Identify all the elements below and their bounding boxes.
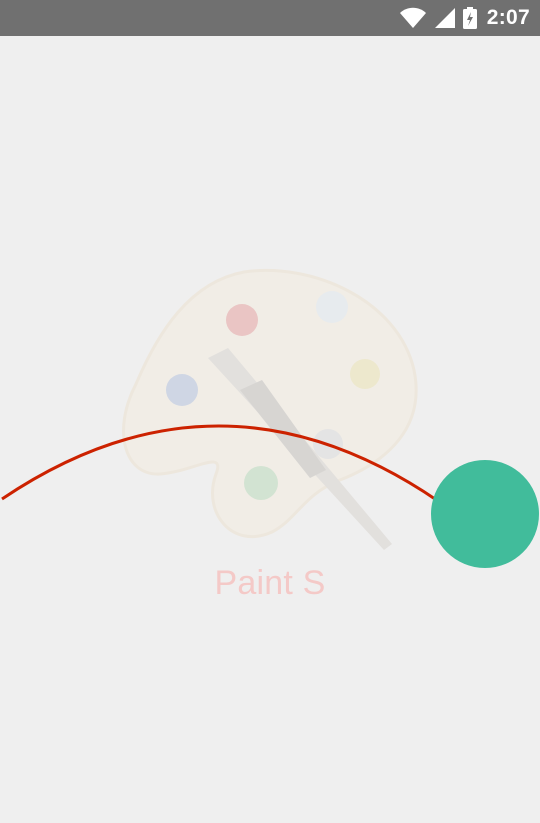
status-bar: 2:07 (0, 0, 540, 36)
status-time: 2:07 (486, 6, 530, 29)
status-icons: 2:07 (399, 0, 530, 36)
splash-art (1, 268, 539, 568)
loading-dot (431, 460, 539, 568)
paint-palette-icon (122, 268, 418, 550)
loading-arc (1, 424, 439, 503)
wifi-icon (399, 7, 426, 28)
cell-signal-icon (434, 8, 455, 28)
battery-charging-icon (462, 7, 477, 29)
app-name: Paint S (214, 564, 326, 602)
splash-screen: 2:07 Paint S (0, 0, 540, 823)
